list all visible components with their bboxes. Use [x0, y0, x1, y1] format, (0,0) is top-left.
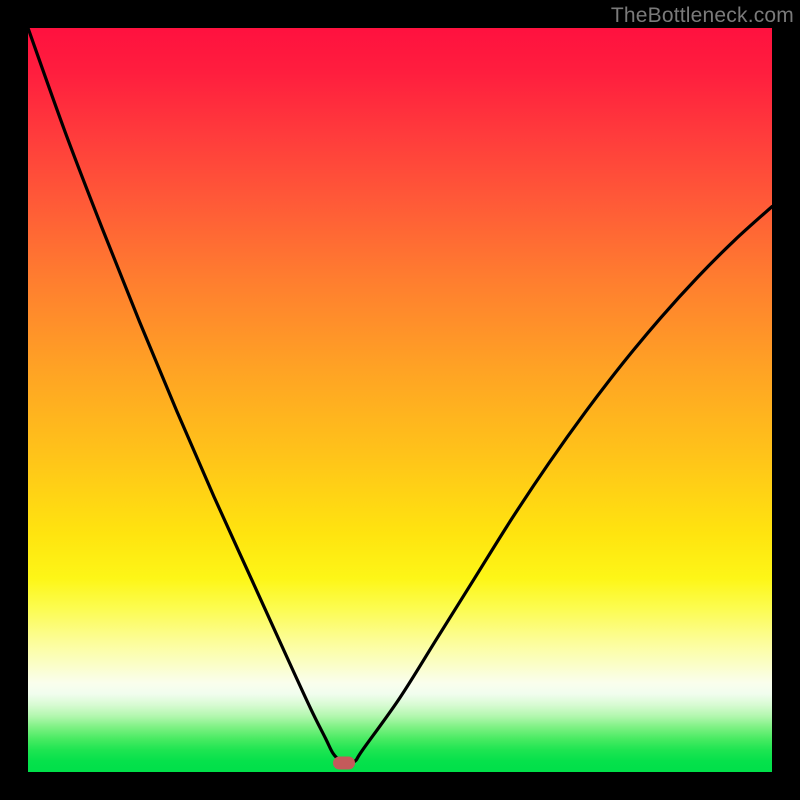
outer-frame: TheBottleneck.com	[0, 0, 800, 800]
watermark-text: TheBottleneck.com	[611, 4, 794, 28]
optimal-marker	[333, 757, 355, 770]
plot-area	[28, 28, 772, 772]
bottleneck-curve	[28, 28, 772, 772]
